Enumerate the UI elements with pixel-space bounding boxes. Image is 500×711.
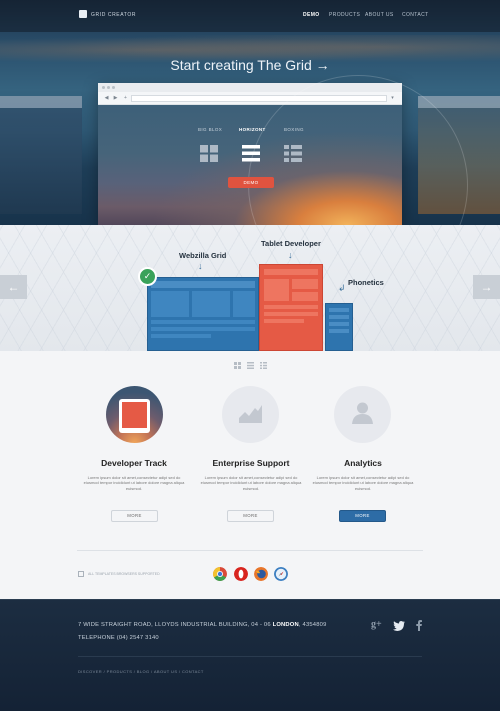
next-slide-arrow[interactable]: → <box>473 275 500 299</box>
rows-view-icon[interactable] <box>247 362 254 369</box>
nav-contact[interactable]: CONTACT <box>402 12 429 18</box>
hero-section: GRID CREATOR DEMO PRODUCTS ABOUT US CONT… <box>0 0 500 225</box>
footer-divider <box>78 656 422 657</box>
option-horizont-label[interactable]: HORIZONT <box>239 127 266 132</box>
list-boxes-icon[interactable] <box>284 145 302 162</box>
more-button-analytics[interactable]: MORE <box>339 510 386 522</box>
google-plus-icon[interactable]: g+ <box>371 619 382 630</box>
phone-device <box>325 303 353 351</box>
footer <box>0 599 500 711</box>
logo-text[interactable]: GRID CREATOR <box>91 12 136 18</box>
opera-icon[interactable] <box>234 567 248 581</box>
logo-icon[interactable] <box>79 10 87 18</box>
info-icon <box>78 571 84 577</box>
option-boxing-label[interactable]: BOXING <box>284 127 304 132</box>
grid-view-icon[interactable] <box>234 362 241 369</box>
feature-text: Lorem ipsum dolor sit amet,consectetur a… <box>83 475 185 491</box>
down-arrow-icon: ↓ <box>288 250 293 260</box>
nav-demo[interactable]: DEMO <box>303 12 320 18</box>
twitter-icon[interactable] <box>393 621 405 631</box>
top-navbar: GRID CREATOR DEMO PRODUCTS ABOUT US CONT… <box>0 0 500 32</box>
chart-icon <box>239 405 262 423</box>
tablet-icon <box>119 399 150 433</box>
bent-arrow-icon: ↲ <box>338 283 346 293</box>
section-divider <box>77 550 423 551</box>
desktop-device <box>147 277 259 351</box>
more-button-enterprise-support[interactable]: MORE <box>227 510 274 522</box>
enterprise-support-image <box>222 386 279 443</box>
down-arrow-icon: ↓ <box>198 261 203 271</box>
analytics-image <box>334 386 391 443</box>
nav-about-us[interactable]: ABOUT US <box>365 12 394 18</box>
footer-links[interactable]: DISCOVER / PRODUCTS / BLOG / ABOUT US / … <box>78 669 204 674</box>
facebook-icon[interactable] <box>416 620 422 631</box>
side-preview-left <box>0 96 82 214</box>
plus-icon[interactable]: + <box>122 95 129 102</box>
label-phonetics: Phonetics <box>348 278 384 287</box>
developer-track-image <box>106 386 163 443</box>
footer-address: 7 WIDE STRAIGHT ROAD, LLOYDS INDUSTRIAL … <box>78 622 327 628</box>
demo-button[interactable]: DEMO <box>228 177 274 188</box>
feature-title-enterprise-support: Enterprise Support <box>212 458 290 468</box>
feature-text: Lorem ipsum dolor sit amet,consectetur a… <box>312 475 414 491</box>
feature-title-analytics: Analytics <box>344 458 382 468</box>
check-badge-icon: ✓ <box>138 267 157 286</box>
feature-title-developer-track: Developer Track <box>101 458 167 468</box>
label-tablet-developer: Tablet Developer <box>261 239 321 248</box>
feature-text: Lorem ipsum dolor sit amet,consectetur a… <box>200 475 302 491</box>
safari-icon[interactable] <box>274 567 288 581</box>
chrome-icon[interactable] <box>213 567 227 581</box>
footer-telephone: TELEPHONE (04) 2547 3140 <box>78 635 159 641</box>
browser-support-note: ALL TEMPLATES BROWSERS SUPPORTED <box>88 572 160 576</box>
user-icon <box>352 402 373 424</box>
firefox-icon[interactable] <box>254 567 268 581</box>
more-button-developer-track[interactable]: MORE <box>111 510 158 522</box>
grid-blocks-icon[interactable] <box>200 145 218 162</box>
horizontal-rows-icon[interactable] <box>242 145 260 162</box>
hero-title[interactable]: Start creating The Grid → <box>0 57 500 73</box>
nav-products[interactable]: PRODUCTS <box>329 12 360 18</box>
tablet-device <box>259 264 323 351</box>
list-view-icon[interactable] <box>260 362 267 369</box>
label-webzilla-grid: Webzilla Grid <box>179 251 227 260</box>
browser-viewport <box>98 75 468 225</box>
prev-slide-arrow[interactable]: ← <box>0 275 27 299</box>
page: GRID CREATOR DEMO PRODUCTS ABOUT US CONT… <box>0 0 500 711</box>
back-arrow-icon[interactable]: ◀ <box>103 95 110 102</box>
forward-arrow-icon[interactable]: ▶ <box>112 95 119 102</box>
option-big-blox-label[interactable]: BIG BLOX <box>198 127 222 132</box>
